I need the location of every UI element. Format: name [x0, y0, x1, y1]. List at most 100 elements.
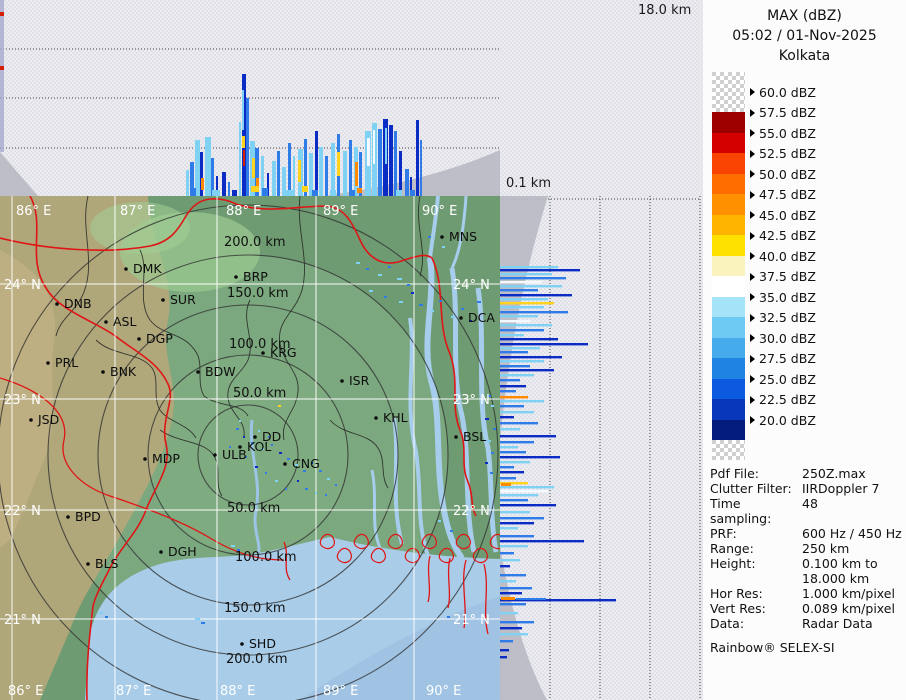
station-label: BPD: [75, 509, 101, 524]
legend-tick-arrow-icon: [750, 252, 755, 260]
profile-bar: [500, 334, 524, 336]
station-label: BLS: [95, 556, 119, 571]
radar-echo: [384, 296, 387, 298]
legend-entry-label: 50.0 dBZ: [759, 167, 816, 182]
profile-bar-accent: [385, 128, 387, 164]
legend-entry: 55.0 dBZ: [750, 126, 816, 140]
profile-bar: [500, 517, 544, 519]
radar-echo: [411, 292, 414, 294]
legend-entries: 60.0 dBZ57.5 dBZ55.0 dBZ52.5 dBZ50.0 dBZ…: [703, 0, 906, 470]
legend-entry-label: 52.5 dBZ: [759, 146, 816, 161]
profile-bar: [500, 580, 516, 582]
radar-echo: [397, 278, 402, 280]
station-dot: [101, 370, 105, 374]
profile-bar-accent: [243, 150, 245, 166]
ring-label: 200.0 km: [226, 652, 288, 667]
profile-bar: [195, 140, 200, 196]
profile-bar: [349, 140, 352, 196]
radar-echo: [315, 492, 317, 494]
profile-bar-accent: [373, 130, 375, 164]
station-label: ULB: [222, 447, 247, 462]
legend-tick-arrow-icon: [750, 170, 755, 178]
radar-map-panel[interactable]: 200.0 km150.0 km100.0 km50.0 km50.0 km10…: [0, 196, 500, 700]
radar-echo: [325, 494, 327, 496]
profile-bar: [500, 504, 556, 506]
profile-bar: [500, 285, 562, 287]
station-dot: [283, 462, 287, 466]
radar-echo: [447, 616, 450, 618]
profile-bar: [343, 151, 347, 196]
station-dot: [213, 453, 217, 457]
profile-bar: [416, 120, 419, 196]
profile-bar: [500, 574, 526, 576]
profile-bar: [500, 511, 530, 513]
top-height-profile-panel[interactable]: [0, 0, 500, 196]
station-dot: [240, 642, 244, 646]
station-label: DNB: [64, 296, 92, 311]
profile-bar: [500, 627, 522, 629]
ring-label: 50.0 km: [227, 501, 280, 516]
metadata-label: PRF:: [710, 526, 802, 541]
profile-bar: [500, 294, 572, 296]
metadata-label: Pdf File:: [710, 466, 802, 481]
radar-echo: [255, 466, 258, 468]
metadata-label: Clutter Filter:: [710, 481, 802, 496]
profile-bar: [500, 552, 514, 554]
station-dot: [104, 320, 108, 324]
profile-bar: [246, 98, 249, 196]
legend-tick-arrow-icon: [750, 109, 755, 117]
station-label: JSD: [37, 412, 59, 427]
profile-bar: [500, 486, 554, 488]
profile-bar: [309, 153, 313, 196]
radar-echo: [378, 274, 382, 276]
profile-bar: [500, 494, 538, 496]
profile-bar: [293, 156, 295, 196]
profile-bar: [500, 302, 554, 304]
profile-bar: [500, 298, 548, 300]
radar-echo: [239, 420, 241, 422]
profile-bar: [500, 266, 558, 268]
profile-bar-accent: [0, 12, 4, 16]
profile-bar: [500, 451, 526, 453]
profile-bar: [319, 147, 323, 196]
station-label: DGP: [146, 331, 173, 346]
profile-bar-accent: [516, 598, 546, 600]
right-profile-canvas: [500, 196, 703, 700]
right-height-profile-panel[interactable]: [500, 196, 703, 700]
lon-label-top: 87° E: [120, 204, 155, 219]
profile-bar-accent: [0, 66, 4, 70]
profile-bar: [500, 612, 518, 614]
radar-echo: [491, 405, 494, 407]
profile-bar-accent: [201, 178, 204, 190]
legend-entry-label: 47.5 dBZ: [759, 187, 816, 202]
legend-tick-arrow-icon: [750, 88, 755, 96]
profile-bar-accent: [190, 188, 196, 196]
metadata-value: 0.100 km to 18.000 km: [802, 556, 878, 586]
metadata-value: 250 km: [802, 541, 849, 556]
profile-bar-accent: [252, 158, 255, 178]
profile-bar: [228, 182, 230, 196]
profile-bar: [222, 172, 226, 196]
profile-bar-accent: [298, 160, 301, 182]
top-profile-canvas: [0, 0, 500, 196]
station-dot: [340, 379, 344, 383]
lon-label-bottom: 86° E: [8, 684, 43, 699]
legend-entry: 32.5 dBZ: [750, 311, 816, 325]
radar-echo: [201, 622, 205, 624]
radar-echo: [431, 310, 434, 312]
legend-panel: MAX (dBZ) 05:02 / 01-Nov-2025 Kolkata 60…: [703, 0, 906, 700]
radar-echo: [285, 488, 287, 490]
profile-bar: [500, 466, 514, 468]
station-dot: [374, 416, 378, 420]
radar-echo: [279, 452, 282, 454]
profile-bar: [331, 143, 335, 196]
radar-echo: [451, 316, 455, 318]
metadata-row: Data:Radar Data: [710, 616, 902, 631]
radar-echo: [438, 520, 441, 522]
profile-bar: [288, 143, 291, 196]
legend-entry: 25.0 dBZ: [750, 372, 816, 386]
radar-echo: [369, 290, 373, 292]
radar-echo: [439, 300, 442, 302]
radar-echo: [231, 545, 235, 547]
profile-bar: [500, 428, 520, 430]
